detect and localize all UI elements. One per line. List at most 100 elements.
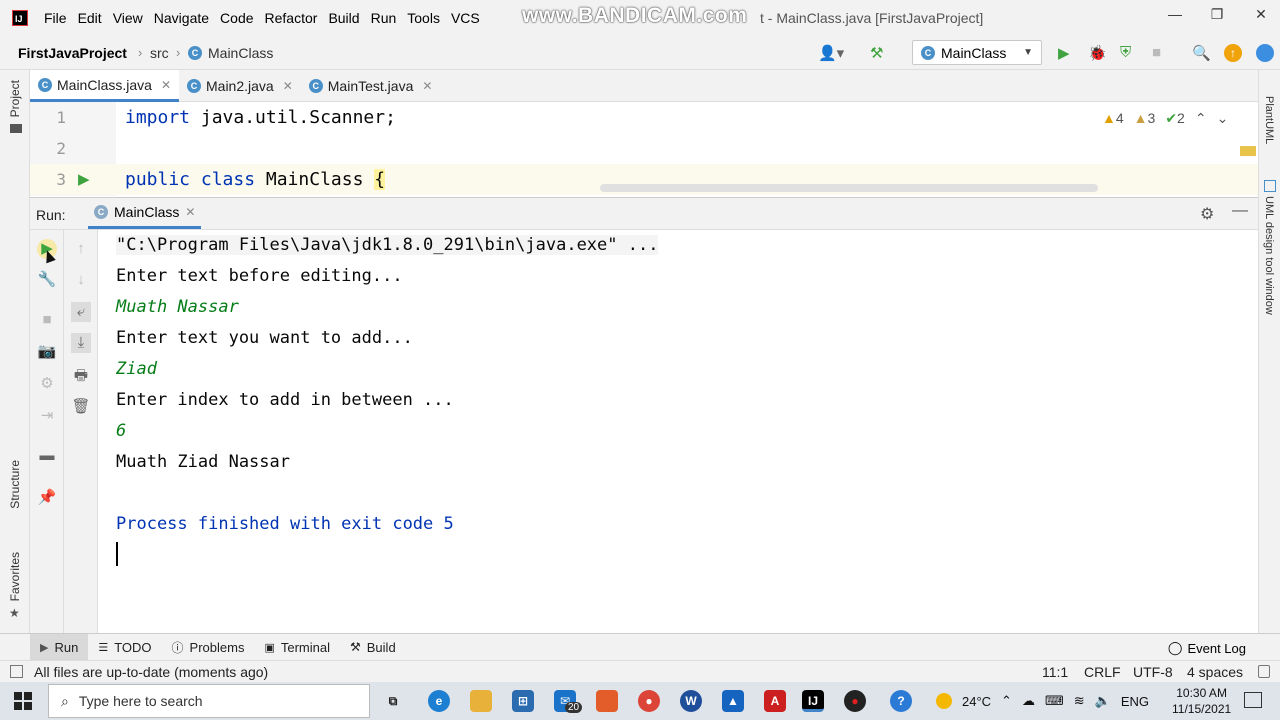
language-indicator[interactable]: ENG <box>1121 694 1149 709</box>
close-tab-icon[interactable]: ✕ <box>422 79 432 93</box>
run-console[interactable]: "C:\Program Files\Java\jdk1.8.0_291\bin\… <box>98 230 1258 633</box>
wifi-icon[interactable]: ≋ <box>1074 693 1085 709</box>
acrobat-icon[interactable]: A <box>764 690 786 712</box>
weather-temperature[interactable]: 24°C <box>962 694 991 709</box>
layout-icon[interactable]: ▬ <box>37 446 57 466</box>
help-icon[interactable]: ? <box>890 690 912 712</box>
task-view-icon[interactable]: ⧉ <box>382 690 404 712</box>
breadcrumb-src[interactable]: src <box>150 45 169 61</box>
arrow-down-icon[interactable]: ↓ <box>71 270 91 290</box>
arrow-up-icon[interactable]: ↑ <box>71 239 91 259</box>
tab-maintest-java[interactable]: C MainTest.java ✕ <box>301 70 441 102</box>
close-tab-icon[interactable]: ✕ <box>161 78 171 92</box>
menu-view[interactable]: View <box>113 10 143 26</box>
build-hammer-icon[interactable]: ⚒ <box>870 44 883 62</box>
menu-navigate[interactable]: Navigate <box>154 10 209 26</box>
file-encoding[interactable]: UTF-8 <box>1133 664 1173 680</box>
office-icon[interactable] <box>596 690 618 712</box>
notifications-icon[interactable] <box>1244 692 1262 708</box>
taskbar-search-input[interactable]: ⌕ Type here to search <box>48 684 370 718</box>
search-icon[interactable]: 🔍 <box>1192 44 1211 62</box>
cloud-icon[interactable]: ☁ <box>1022 693 1035 709</box>
trash-icon[interactable]: 🗑 <box>71 397 91 417</box>
caret-position[interactable]: 11:1 <box>1042 664 1068 680</box>
close-tab-icon[interactable]: ✕ <box>283 79 293 93</box>
wrench-icon[interactable]: 🔧 <box>37 270 57 290</box>
network-icon[interactable]: ⌨ <box>1045 693 1064 709</box>
typo-check-icon: ✔ <box>1165 110 1178 126</box>
edge-icon[interactable]: e <box>428 690 450 712</box>
bandicam-icon[interactable]: ● <box>844 690 866 712</box>
stop-icon[interactable]: ■ <box>1152 44 1161 61</box>
menu-refactor[interactable]: Refactor <box>265 10 318 26</box>
run-icon[interactable]: ▶ <box>1058 44 1070 62</box>
volume-icon[interactable]: 🔈 <box>1095 693 1111 709</box>
inspection-widget[interactable]: ▲4 ▲3 ✔2 ⌃ ⌄ <box>1102 110 1228 127</box>
breadcrumb-class[interactable]: MainClass <box>208 45 273 61</box>
plantuml-tool-button[interactable]: PlantUML <box>1263 96 1275 144</box>
camera-icon[interactable]: 📷 <box>37 342 57 362</box>
status-toggle-icon[interactable] <box>10 665 23 678</box>
minimize-button[interactable]: — <box>1160 6 1190 22</box>
file-explorer-icon[interactable] <box>470 690 492 712</box>
event-log-button[interactable]: ◯ Event Log <box>1168 640 1246 656</box>
pin-icon[interactable]: 📌 <box>37 488 57 508</box>
structure-tool-button[interactable]: Structure <box>8 460 22 509</box>
intellij-taskbar-icon[interactable]: IJ <box>802 690 824 712</box>
chevron-up-icon[interactable]: ⌃ <box>1001 693 1012 709</box>
scroll-to-end-icon[interactable]: ⤓ <box>71 333 91 353</box>
problems-tool-button[interactable]: ⓘ Problems <box>162 634 255 661</box>
update-icon[interactable]: ↑ <box>1224 44 1242 62</box>
gear-icon[interactable]: ⚙ <box>1200 204 1214 224</box>
horizontal-scrollbar[interactable] <box>600 184 1098 192</box>
taskbar-clock[interactable]: 10:30 AM 11/15/2021 <box>1172 685 1231 717</box>
windows-start-icon[interactable] <box>14 692 32 710</box>
run-tab-mainclass[interactable]: C MainClass ✕ <box>88 198 202 229</box>
image-viewer-icon[interactable]: ▲ <box>722 690 744 712</box>
line-separator[interactable]: CRLF <box>1084 664 1121 680</box>
breadcrumb-project[interactable]: FirstJavaProject <box>18 45 127 61</box>
chevron-down-icon[interactable]: ⌄ <box>1217 110 1229 127</box>
build-tool-button[interactable]: ⚒ Build <box>340 634 406 661</box>
close-tab-icon[interactable]: ✕ <box>185 205 195 219</box>
minimize-panel-icon[interactable]: — <box>1232 202 1248 220</box>
debug-icon[interactable]: 🐞 <box>1088 44 1107 62</box>
menu-tools[interactable]: Tools <box>407 10 440 26</box>
exit-icon[interactable]: ⇥ <box>37 406 57 426</box>
user-icon[interactable]: 👤▾ <box>818 44 844 62</box>
stop-icon[interactable]: ■ <box>37 310 57 330</box>
bottom-tool-bar: ▶ Run ☰ TODO ⓘ Problems ▣ Terminal ⚒ Build ◯ E… <box>0 633 1280 661</box>
menu-file[interactable]: File <box>44 10 67 26</box>
maximize-button[interactable]: ❐ <box>1202 6 1232 23</box>
word-icon[interactable]: W <box>680 690 702 712</box>
todo-tool-button[interactable]: ☰ TODO <box>88 634 161 661</box>
tab-main2-java[interactable]: C Main2.java ✕ <box>179 70 301 102</box>
run-gutter-icon[interactable]: ▶ <box>78 170 90 188</box>
chrome-icon[interactable]: ● <box>638 690 660 712</box>
run-tool-button[interactable]: ▶ Run <box>30 633 89 661</box>
warning-count: ▲4 <box>1102 110 1124 127</box>
close-window-button[interactable]: ✕ <box>1246 6 1276 23</box>
project-tool-button[interactable]: Project <box>8 80 22 117</box>
uml-design-tool-button[interactable]: UML design tool window <box>1263 196 1275 315</box>
debug-icon[interactable]: ⚙ <box>37 374 57 394</box>
indent-setting[interactable]: 4 spaces <box>1187 664 1243 680</box>
menu-vcs[interactable]: VCS <box>451 10 480 26</box>
plugin-icon[interactable] <box>1256 44 1274 62</box>
store-icon[interactable]: ⊞ <box>512 690 534 712</box>
terminal-tool-button[interactable]: ▣ Terminal <box>254 634 340 661</box>
print-icon[interactable]: 🖶 <box>71 366 91 386</box>
coverage-icon[interactable]: ⛨ <box>1120 44 1131 61</box>
menu-edit[interactable]: Edit <box>78 10 102 26</box>
menu-run[interactable]: Run <box>371 10 397 26</box>
code-editor[interactable]: 1 2 3 ▶ import java.util.Scanner; public… <box>30 102 1258 196</box>
menu-build[interactable]: Build <box>328 10 359 26</box>
chevron-up-icon[interactable]: ⌃ <box>1195 110 1207 127</box>
favorites-tool-button[interactable]: Favorites <box>8 552 22 601</box>
menu-code[interactable]: Code <box>220 10 253 26</box>
run-configuration-select[interactable]: C MainClass ▼ <box>912 40 1042 65</box>
soft-wrap-icon[interactable]: ⤶ <box>71 302 91 322</box>
tab-mainclass-java[interactable]: C MainClass.java ✕ <box>30 70 179 102</box>
lock-icon[interactable] <box>1258 665 1270 678</box>
console-line: Muath Ziad Nassar <box>116 452 290 472</box>
